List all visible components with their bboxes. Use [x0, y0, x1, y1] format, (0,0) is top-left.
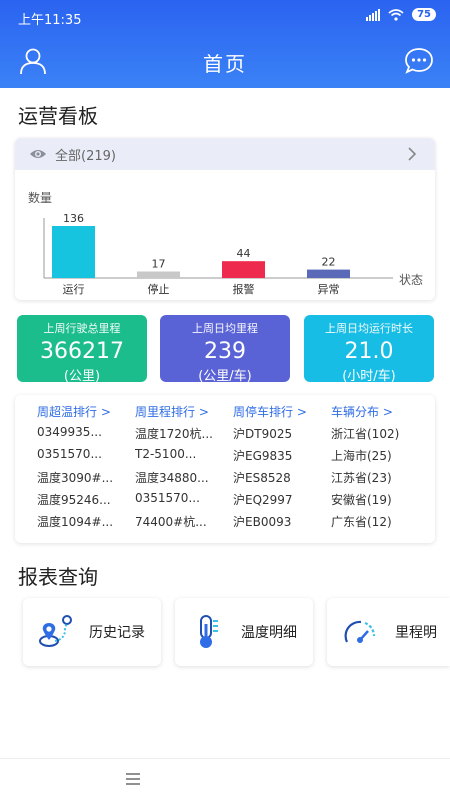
nav-bar: 首页 — [0, 34, 450, 88]
stat-value: 366217 — [40, 339, 124, 364]
ranking-item[interactable]: 温度34880... — [135, 469, 235, 491]
status-chart-card: 全部(219) 数量 状态 136 运行 17 停止 44 报警 22 异常 — [15, 138, 435, 300]
page-title: 首页 — [203, 52, 247, 76]
ranking-item[interactable]: 沪ES8528 — [233, 469, 333, 491]
bar-category-label: 异常 — [318, 283, 340, 296]
ranking-item[interactable]: 温度1720杭... — [135, 425, 235, 447]
message-icon[interactable] — [404, 47, 434, 75]
speedometer-icon — [344, 620, 376, 643]
app-header: 上午11:35 75 首页 — [0, 0, 450, 88]
chevron-right-icon — [408, 147, 417, 161]
stat-value: 239 — [204, 339, 246, 364]
stat-label: 上周日均里程 — [192, 322, 258, 335]
ranking-column-parking: 周停车排行 > 沪DT9025 沪EG9835 沪ES8528 沪EQ2997 … — [233, 403, 333, 535]
stat-card-total-mileage[interactable]: 上周行驶总里程 366217 (公里) — [17, 315, 147, 384]
bar-0[interactable] — [52, 226, 95, 278]
ranking-item[interactable]: 温度3090#... — [37, 469, 137, 491]
status-icons: 75 — [366, 8, 436, 21]
ranking-item[interactable]: 沪EQ2997 — [233, 491, 333, 513]
chart-x-axis-label: 状态 — [399, 273, 423, 287]
stat-card-daily-mileage[interactable]: 上周日均里程 239 (公里/车) — [160, 315, 290, 384]
report-label: 里程明 — [395, 625, 437, 641]
dashboard-title: 运营看板 — [18, 104, 98, 128]
report-label: 温度明细 — [241, 625, 297, 641]
report-mileage-button[interactable]: 里程明 — [327, 598, 450, 666]
bar-value-label: 44 — [237, 247, 251, 260]
stat-value: 21.0 — [344, 339, 394, 364]
ranking-item[interactable]: 安徽省(19) — [331, 491, 431, 513]
stat-label: 上周日均运行时长 — [325, 322, 413, 335]
ranking-item[interactable]: 上海市(25) — [331, 447, 431, 469]
ranking-item[interactable]: 温度1094#... — [37, 513, 137, 535]
battery-icon: 75 — [412, 8, 436, 21]
bar-3[interactable] — [307, 269, 350, 278]
ranking-item[interactable]: T2-5100... — [135, 447, 235, 469]
bar-1[interactable] — [137, 271, 180, 279]
ranking-column-mileage: 周里程排行 > 温度1720杭... T2-5100... 温度34880...… — [135, 403, 235, 535]
ranking-item[interactable]: 广东省(12) — [331, 513, 431, 535]
stat-unit: (公里/车) — [198, 369, 252, 384]
stat-label: 上周行驶总里程 — [43, 322, 121, 335]
ranking-header-link[interactable]: 车辆分布 > — [331, 403, 431, 425]
status-time: 上午11:35 — [18, 13, 82, 28]
bar-2[interactable] — [222, 261, 265, 278]
ranking-header-link[interactable]: 周超温排行 > — [37, 403, 137, 425]
bar-value-label: 22 — [322, 256, 336, 269]
ranking-item[interactable]: 温度95246... — [37, 491, 137, 513]
system-nav-bar — [0, 758, 450, 800]
ranking-item[interactable]: 74400#杭... — [135, 513, 235, 535]
vehicle-filter-bar[interactable]: 全部(219) — [15, 138, 435, 170]
chart-y-axis-label: 数量 — [28, 190, 52, 205]
bar-value-label: 17 — [152, 258, 166, 271]
ranking-item[interactable]: 江苏省(23) — [331, 469, 431, 491]
wifi-icon — [388, 8, 404, 21]
stat-card-daily-runtime[interactable]: 上周日均运行时长 21.0 (小时/车) — [304, 315, 434, 384]
ranking-item[interactable]: 沪EB0093 — [233, 513, 333, 535]
eye-icon — [30, 150, 46, 158]
vehicle-filter-label: 全部(219) — [55, 149, 116, 164]
ranking-header-link[interactable]: 周里程排行 > — [135, 403, 235, 425]
ranking-item[interactable]: 0351570... — [37, 447, 137, 469]
route-map-icon — [39, 615, 72, 647]
report-history-button[interactable]: 历史记录 — [23, 598, 161, 666]
ranking-item[interactable]: 0349935... — [37, 425, 137, 447]
stat-unit: (小时/车) — [342, 369, 396, 384]
rankings-card: 周超温排行 > 0349935... 0351570... 温度3090#...… — [15, 395, 435, 543]
thermometer-icon — [200, 615, 218, 648]
report-temperature-button[interactable]: 温度明细 — [175, 598, 313, 666]
status-bar-chart: 数量 状态 136 运行 17 停止 44 报警 22 异常 — [28, 190, 423, 296]
status-bar: 上午11:35 75 — [0, 0, 450, 34]
ranking-column-distribution: 车辆分布 > 浙江省(102) 上海市(25) 江苏省(23) 安徽省(19) … — [331, 403, 431, 535]
menu-icon[interactable] — [126, 773, 140, 785]
bar-category-label: 停止 — [148, 282, 170, 296]
ranking-item[interactable]: 沪EG9835 — [233, 447, 333, 469]
signal-icon — [366, 8, 381, 21]
bar-category-label: 报警 — [233, 282, 255, 296]
report-label: 历史记录 — [89, 625, 145, 641]
stat-unit: (公里) — [63, 369, 101, 384]
bar-category-label: 运行 — [63, 283, 85, 296]
reports-title: 报表查询 — [18, 565, 98, 589]
ranking-item[interactable]: 0351570... — [135, 491, 235, 513]
bar-value-label: 136 — [63, 212, 84, 225]
ranking-column-over-temp: 周超温排行 > 0349935... 0351570... 温度3090#...… — [37, 403, 137, 535]
ranking-header-link[interactable]: 周停车排行 > — [233, 403, 333, 425]
ranking-item[interactable]: 沪DT9025 — [233, 425, 333, 447]
ranking-item[interactable]: 浙江省(102) — [331, 425, 431, 447]
